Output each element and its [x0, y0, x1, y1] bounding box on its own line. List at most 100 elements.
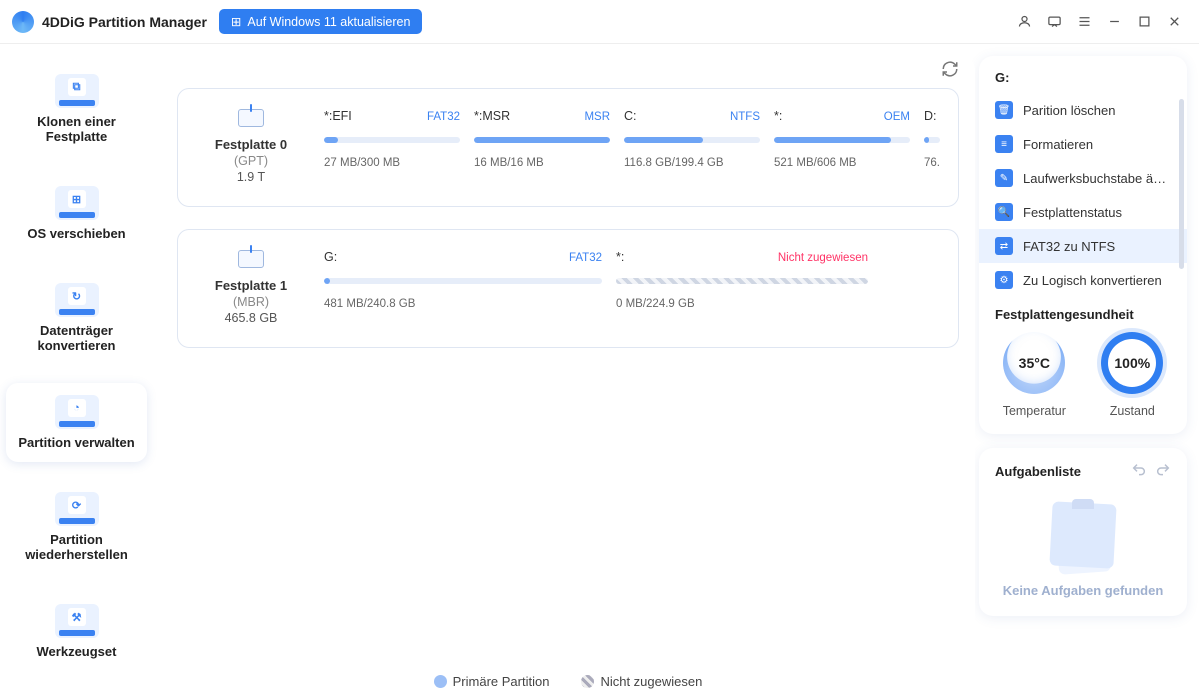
sidebar-item-label: Datenträger konvertieren — [12, 323, 141, 353]
health-gauges: 35°C Temperatur 100% Zustand — [979, 322, 1187, 420]
partition-usage-text: 76. — [924, 157, 940, 169]
partition-block[interactable]: D: 76. — [924, 109, 940, 184]
partition-usage-text: 116.8 GB/199.4 GB — [624, 157, 760, 169]
sidebar-item-label: Klonen einer Festplatte — [12, 114, 141, 144]
partition-label: *: — [616, 250, 624, 264]
app-logo — [12, 11, 34, 33]
sidebar-item-2[interactable]: ↻ Datenträger konvertieren — [6, 271, 147, 365]
temperature-ring: 35°C — [1003, 332, 1065, 394]
operation-icon: ⇄ — [995, 237, 1013, 255]
operation-label: Festplattenstatus — [1023, 205, 1122, 220]
disk-scheme: (MBR) — [196, 295, 306, 309]
operation-item-1[interactable]: ≡ Formatieren — [979, 127, 1187, 161]
partition-usage-bar — [924, 137, 940, 143]
sidebar-item-5[interactable]: ⚒ Werkzeugset — [6, 592, 147, 671]
partition-usage-text: 27 MB/300 MB — [324, 157, 460, 169]
partitions-row: *:EFIFAT32 27 MB/300 MB *:MSRMSR 16 MB/1… — [324, 109, 940, 184]
partition-block[interactable]: C: NTFS 116.8 GB/199.4 GB — [624, 109, 760, 184]
tasks-empty-message: Keine Aufgaben gefunden — [979, 583, 1187, 602]
undo-button[interactable] — [1131, 462, 1147, 481]
operation-icon: 🗑 — [995, 101, 1013, 119]
operation-item-5[interactable]: ⚙ Zu Logisch konvertieren — [979, 263, 1187, 297]
upgrade-windows-button[interactable]: ⊞ Auf Windows 11 aktualisieren — [219, 9, 423, 34]
partition-label: G: — [324, 250, 337, 264]
legend: Primäre Partition Nicht zugewiesen — [161, 662, 975, 691]
operation-label: Formatieren — [1023, 137, 1093, 152]
titlebar: 4DDiG Partition Manager ⊞ Auf Windows 11… — [0, 0, 1199, 44]
partition-usage-bar — [324, 278, 602, 284]
partition-label: *:MSR — [474, 109, 510, 123]
disk-info[interactable]: Festplatte 1 (MBR) 465.8 GB — [196, 250, 306, 325]
temperature-gauge: 35°C Temperatur — [1003, 332, 1066, 418]
operation-label: Zu Logisch konvertieren — [1023, 273, 1162, 288]
partition-block[interactable]: *:OEM 521 MB/606 MB — [774, 109, 910, 184]
partition-block[interactable]: *:MSRMSR 16 MB/16 MB — [474, 109, 610, 184]
disk-name: Festplatte 0 — [196, 137, 306, 152]
partition-fs: Nicht zugewiesen — [778, 252, 868, 264]
disk-scheme: (GPT) — [196, 154, 306, 168]
sidebar-item-4[interactable]: ⟳ Partition wiederherstellen — [6, 480, 147, 574]
partition-block[interactable]: G:FAT32 481 MB/240.8 GB — [324, 250, 602, 325]
maximize-button[interactable] — [1131, 9, 1157, 35]
sidebar: ⧉ Klonen einer Festplatte ⊞ OS verschiebe… — [0, 44, 153, 699]
app-title: 4DDiG Partition Manager — [42, 14, 207, 30]
partition-fs: NTFS — [730, 111, 760, 123]
partition-label: *:EFI — [324, 109, 352, 123]
sidebar-icon: ⚒ — [55, 604, 99, 638]
operation-icon: ≡ — [995, 135, 1013, 153]
partitions-row: G:FAT32 481 MB/240.8 GB *: Nicht zugewies… — [324, 250, 940, 325]
disk-size: 465.8 GB — [196, 311, 306, 325]
partition-usage-text: 521 MB/606 MB — [774, 157, 910, 169]
operation-label: FAT32 zu NTFS — [1023, 239, 1115, 254]
operation-label: Parition löschen — [1023, 103, 1116, 118]
sidebar-item-0[interactable]: ⧉ Klonen einer Festplatte — [6, 62, 147, 156]
sidebar-item-label: Werkzeugset — [12, 644, 141, 659]
partition-block[interactable]: *: Nicht zugewiesen 0 MB/224.9 GB — [616, 250, 868, 325]
main-area: Festplatte 0 (GPT) 1.9 T *:EFIFAT32 27 M… — [153, 44, 979, 699]
partition-fs: OEM — [884, 111, 910, 123]
partition-block[interactable]: *:EFIFAT32 27 MB/300 MB — [324, 109, 460, 184]
partition-usage-bar — [616, 278, 868, 284]
upgrade-label: Auf Windows 11 aktualisieren — [247, 15, 410, 29]
operation-icon: ✎ — [995, 169, 1013, 187]
sidebar-item-3[interactable]: ◔ Partition verwalten — [6, 383, 147, 462]
drive-icon — [238, 109, 264, 127]
close-button[interactable] — [1161, 9, 1187, 35]
empty-tasks-icon — [1045, 503, 1121, 573]
operation-label: Laufwerksbuchstabe än… — [1023, 171, 1171, 186]
disk-name: Festplatte 1 — [196, 278, 306, 293]
partition-usage-text: 16 MB/16 MB — [474, 157, 610, 169]
tasks-card: Aufgabenliste Keine Aufgaben gefunden — [979, 448, 1187, 616]
feedback-icon[interactable] — [1041, 9, 1067, 35]
partition-usage-text: 0 MB/224.9 GB — [616, 298, 868, 310]
sidebar-item-label: OS verschieben — [12, 226, 141, 241]
condition-ring: 100% — [1101, 332, 1163, 394]
operation-icon: 🔍 — [995, 203, 1013, 221]
health-heading: Festplattengesundheit — [979, 297, 1187, 322]
sidebar-item-1[interactable]: ⊞ OS verschieben — [6, 174, 147, 253]
operation-item-2[interactable]: ✎ Laufwerksbuchstabe än… — [979, 161, 1187, 195]
operation-icon: ⚙ — [995, 271, 1013, 289]
account-icon[interactable] — [1011, 9, 1037, 35]
right-panel: G: 🗑 Parition löschen ≡ Formatieren ✎ Laufwer… — [979, 44, 1199, 699]
partition-usage-text: 481 MB/240.8 GB — [324, 298, 602, 310]
operation-item-4[interactable]: ⇄ FAT32 zu NTFS — [979, 229, 1187, 263]
legend-unallocated: Nicht zugewiesen — [581, 674, 702, 689]
disk-info[interactable]: Festplatte 0 (GPT) 1.9 T — [196, 109, 306, 184]
redo-button[interactable] — [1155, 462, 1171, 481]
sidebar-icon: ⟳ — [55, 492, 99, 526]
refresh-button[interactable] — [941, 60, 959, 81]
menu-icon[interactable] — [1071, 9, 1097, 35]
partition-label: C: — [624, 109, 637, 123]
legend-primary: Primäre Partition — [434, 674, 550, 689]
selected-drive-label: G: — [979, 70, 1187, 93]
operations-list: 🗑 Parition löschen ≡ Formatieren ✎ Laufwerksb… — [979, 93, 1187, 297]
sidebar-icon: ⧉ — [55, 74, 99, 108]
tasks-title: Aufgabenliste — [995, 464, 1081, 479]
minimize-button[interactable] — [1101, 9, 1127, 35]
operation-item-0[interactable]: 🗑 Parition löschen — [979, 93, 1187, 127]
partition-label: D: — [924, 109, 937, 123]
windows-icon: ⊞ — [231, 14, 241, 29]
sidebar-icon: ⊞ — [55, 186, 99, 220]
operation-item-3[interactable]: 🔍 Festplattenstatus — [979, 195, 1187, 229]
